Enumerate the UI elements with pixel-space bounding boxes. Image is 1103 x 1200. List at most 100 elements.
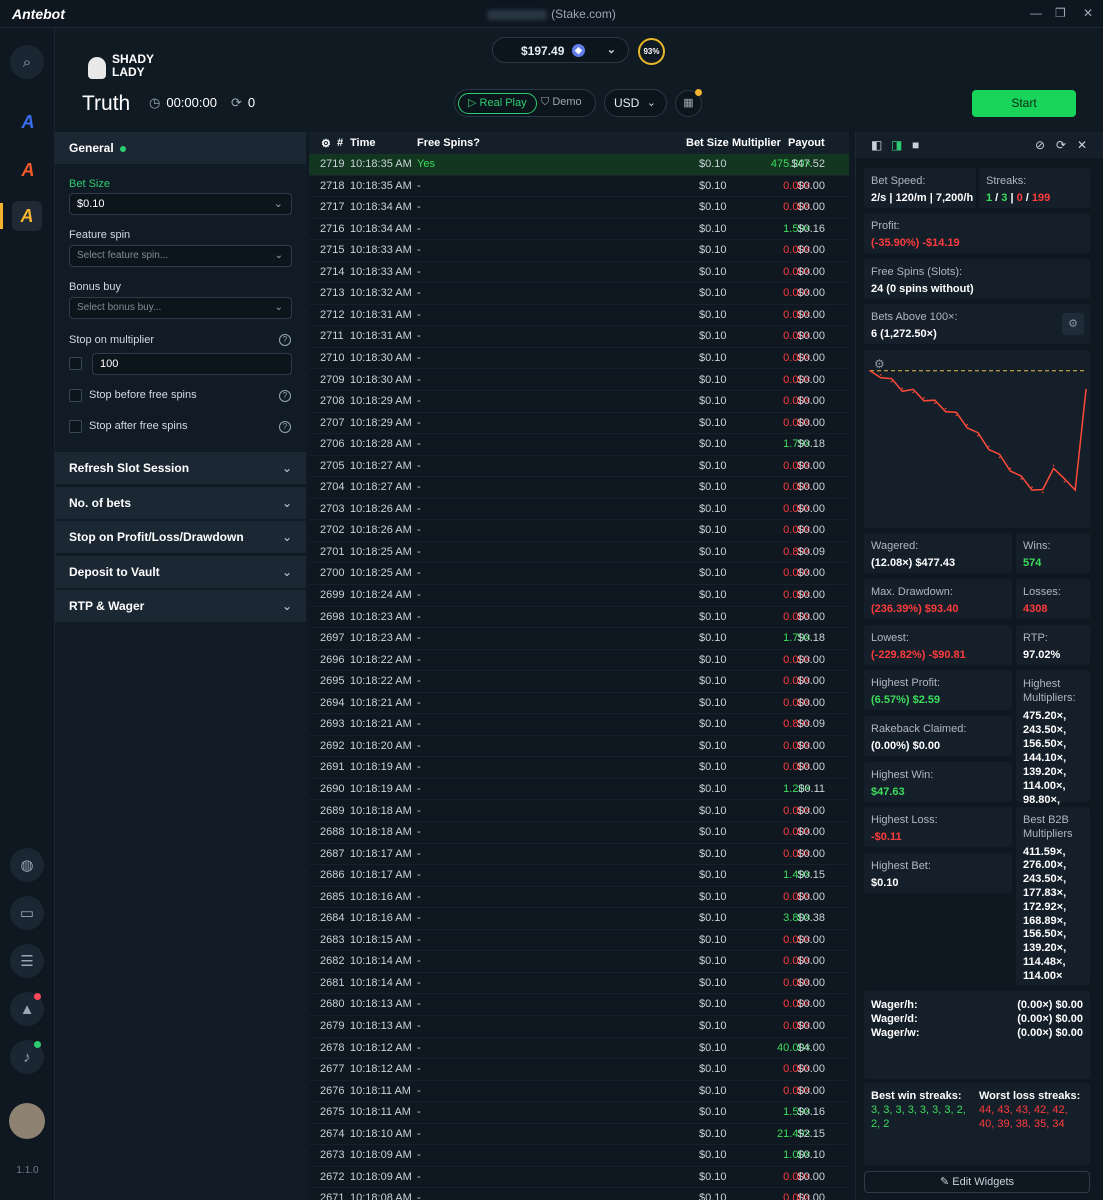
calendar-button[interactable]: ▦ <box>675 89 702 117</box>
help-icon[interactable]: ? <box>279 390 291 402</box>
table-row[interactable]: 2714 10:18:33 AM - $0.10 0.00× $0.00 <box>309 262 849 284</box>
table-row[interactable]: 2699 10:18:24 AM - $0.10 0.00× $0.00 <box>309 585 849 607</box>
refresh-icon[interactable]: ⟳ <box>1056 138 1066 152</box>
table-row[interactable]: 2718 10:18:35 AM - $0.10 0.00× $0.00 <box>309 176 849 198</box>
table-row[interactable]: 2701 10:18:25 AM - $0.10 0.89× $0.09 <box>309 542 849 564</box>
table-row[interactable]: 2716 10:18:34 AM - $0.10 1.59× $0.16 <box>309 219 849 241</box>
row-payout: $0.00 <box>797 395 825 408</box>
table-row[interactable]: 2697 10:18:23 AM - $0.10 1.79× $0.18 <box>309 628 849 650</box>
table-row[interactable]: 2677 10:18:12 AM - $0.10 0.00× $0.00 <box>309 1059 849 1081</box>
table-row[interactable]: 2679 10:18:13 AM - $0.10 0.00× $0.00 <box>309 1016 849 1038</box>
table-row[interactable]: 2688 10:18:18 AM - $0.10 0.00× $0.00 <box>309 822 849 844</box>
start-button[interactable]: Start <box>972 90 1076 117</box>
row-payout: $0.00 <box>797 1084 825 1097</box>
feature-spin-select[interactable]: Select feature spin... ⌄ <box>69 245 292 267</box>
bell-icon[interactable]: ♪ <box>10 1040 44 1074</box>
stop-profit-section-header[interactable]: Stop on Profit/Loss/Drawdown ⌄ <box>55 521 306 553</box>
table-row[interactable]: 2712 10:18:31 AM - $0.10 0.00× $0.00 <box>309 305 849 327</box>
refresh-section-header[interactable]: Refresh Slot Session ⌄ <box>55 452 306 484</box>
table-row[interactable]: 2713 10:18:32 AM - $0.10 0.00× $0.00 <box>309 283 849 305</box>
table-row[interactable]: 2704 10:18:27 AM - $0.10 0.00× $0.00 <box>309 477 849 499</box>
table-row[interactable]: 2690 10:18:19 AM - $0.10 1.20× $0.11 <box>309 779 849 801</box>
layout-full-icon[interactable]: ■ <box>912 138 919 152</box>
gear-icon[interactable]: ⚙ <box>321 137 331 150</box>
row-id: 2692 <box>320 739 345 752</box>
table-row[interactable]: 2683 10:18:15 AM - $0.10 0.00× $0.00 <box>309 930 849 952</box>
table-icon[interactable]: ☰ <box>10 944 44 978</box>
table-row[interactable]: 2682 10:18:14 AM - $0.10 0.00× $0.00 <box>309 951 849 973</box>
table-row[interactable]: 2703 10:18:26 AM - $0.10 0.00× $0.00 <box>309 499 849 521</box>
gear-icon[interactable]: ⚙ <box>1062 313 1084 335</box>
help-icon[interactable]: ? <box>279 334 291 346</box>
table-row[interactable]: 2695 10:18:22 AM - $0.10 0.00× $0.00 <box>309 671 849 693</box>
antebot-orange-icon[interactable]: A <box>14 156 42 184</box>
chat-icon[interactable]: ▭ <box>10 896 44 930</box>
table-row[interactable]: 2710 10:18:30 AM - $0.10 0.00× $0.00 <box>309 348 849 370</box>
table-row[interactable]: 2711 10:18:31 AM - $0.10 0.00× $0.00 <box>309 326 849 348</box>
table-row[interactable]: 2672 10:18:09 AM - $0.10 0.00× $0.00 <box>309 1167 849 1189</box>
globe-icon[interactable]: ◍ <box>10 848 44 882</box>
table-row[interactable]: 2708 10:18:29 AM - $0.10 0.00× $0.00 <box>309 391 849 413</box>
table-row[interactable]: 2706 10:18:28 AM - $0.10 1.79× $0.18 <box>309 434 849 456</box>
table-row[interactable]: 2693 10:18:21 AM - $0.10 0.89× $0.09 <box>309 714 849 736</box>
bet-size-select[interactable]: $0.10 ⌄ <box>69 193 292 215</box>
balance-selector[interactable]: $197.49 ◆ ⌄ <box>492 37 629 63</box>
row-payout: $0.00 <box>797 933 825 946</box>
bonus-buy-select[interactable]: Select bonus buy... ⌄ <box>69 297 292 319</box>
stop-before-checkbox[interactable] <box>69 389 82 402</box>
real-play-button[interactable]: ▷ Real Play <box>458 93 537 114</box>
table-row[interactable]: 2702 10:18:26 AM - $0.10 0.00× $0.00 <box>309 520 849 542</box>
table-row[interactable]: 2684 10:18:16 AM - $0.10 3.80× $0.38 <box>309 908 849 930</box>
table-row[interactable]: 2700 10:18:25 AM - $0.10 0.00× $0.00 <box>309 563 849 585</box>
close-window-icon[interactable]: ✕ <box>1083 6 1093 20</box>
stop-multiplier-checkbox[interactable] <box>69 357 82 370</box>
table-row[interactable]: 2681 10:18:14 AM - $0.10 0.00× $0.00 <box>309 973 849 995</box>
table-row[interactable]: 2676 10:18:11 AM - $0.10 0.00× $0.00 <box>309 1081 849 1103</box>
close-icon[interactable]: ✕ <box>1077 138 1087 152</box>
currency-select[interactable]: USD ⌄ <box>604 89 667 117</box>
table-row[interactable]: 2685 10:18:16 AM - $0.10 0.00× $0.00 <box>309 887 849 909</box>
table-row[interactable]: 2691 10:18:19 AM - $0.10 0.00× $0.00 <box>309 757 849 779</box>
table-row[interactable]: 2709 10:18:30 AM - $0.10 0.00× $0.00 <box>309 370 849 391</box>
minimize-icon[interactable]: — <box>1030 6 1042 20</box>
antebot-blue-icon[interactable]: A <box>14 108 42 136</box>
table-row[interactable]: 2692 10:18:20 AM - $0.10 0.00× $0.00 <box>309 736 849 758</box>
table-row[interactable]: 2719 10:18:35 AM Yes $0.10 475.20× $47.52 <box>309 154 849 176</box>
table-row[interactable]: 2698 10:18:23 AM - $0.10 0.00× $0.00 <box>309 607 849 629</box>
vault-section-header[interactable]: Deposit to Vault ⌄ <box>55 556 306 588</box>
table-row[interactable]: 2687 10:18:17 AM - $0.10 0.00× $0.00 <box>309 844 849 866</box>
general-section-header[interactable]: General <box>55 132 306 164</box>
table-row[interactable]: 2675 10:18:11 AM - $0.10 1.59× $0.16 <box>309 1102 849 1124</box>
maximize-icon[interactable]: ❐ <box>1055 6 1066 20</box>
stop-multiplier-input[interactable]: 100 <box>92 353 292 375</box>
avatar[interactable] <box>9 1103 45 1139</box>
table-row[interactable]: 2673 10:18:09 AM - $0.10 1.00× $0.10 <box>309 1145 849 1167</box>
layout-left-icon[interactable]: ◧ <box>871 138 882 152</box>
table-row[interactable]: 2686 10:18:17 AM - $0.10 1.49× $0.15 <box>309 865 849 887</box>
table-row[interactable]: 2705 10:18:27 AM - $0.10 0.00× $0.00 <box>309 456 849 478</box>
table-row[interactable]: 2674 10:18:10 AM - $0.10 21.49× $2.15 <box>309 1124 849 1146</box>
row-id: 2702 <box>320 524 345 537</box>
row-payout: $0.00 <box>797 610 825 623</box>
table-row[interactable]: 2678 10:18:12 AM - $0.10 40.00× $4.00 <box>309 1038 849 1060</box>
table-row[interactable]: 2707 10:18:29 AM - $0.10 0.00× $0.00 <box>309 413 849 435</box>
hide-icon[interactable]: ⊘ <box>1035 138 1045 152</box>
table-row[interactable]: 2689 10:18:18 AM - $0.10 0.00× $0.00 <box>309 801 849 822</box>
edit-widgets-button[interactable]: ✎ Edit Widgets <box>864 1171 1090 1193</box>
antebot-gold-icon[interactable]: A <box>12 201 42 231</box>
table-row[interactable]: 2680 10:18:13 AM - $0.10 0.00× $0.00 <box>309 994 849 1016</box>
layout-right-icon[interactable]: ◨ <box>891 138 902 152</box>
warning-icon[interactable]: ▲ <box>10 992 44 1026</box>
table-row[interactable]: 2717 10:18:34 AM - $0.10 0.00× $0.00 <box>309 197 849 219</box>
search-icon[interactable]: ⌕ <box>10 45 44 79</box>
table-row[interactable]: 2694 10:18:21 AM - $0.10 0.00× $0.00 <box>309 693 849 715</box>
table-row[interactable]: 2696 10:18:22 AM - $0.10 0.00× $0.00 <box>309 650 849 672</box>
stop-after-checkbox[interactable] <box>69 420 82 433</box>
bets-section-header[interactable]: No. of bets ⌄ <box>55 487 306 519</box>
table-row[interactable]: 2715 10:18:33 AM - $0.10 0.00× $0.00 <box>309 240 849 262</box>
table-row[interactable]: 2671 10:18:08 AM - $0.10 0.00× $0.00 <box>309 1188 849 1200</box>
chart-settings-icon[interactable]: ⚙ <box>874 357 885 371</box>
rtp-section-header[interactable]: RTP & Wager ⌄ <box>55 590 306 622</box>
help-icon[interactable]: ? <box>279 421 291 433</box>
demo-button[interactable]: ⛉ Demo <box>541 96 582 109</box>
